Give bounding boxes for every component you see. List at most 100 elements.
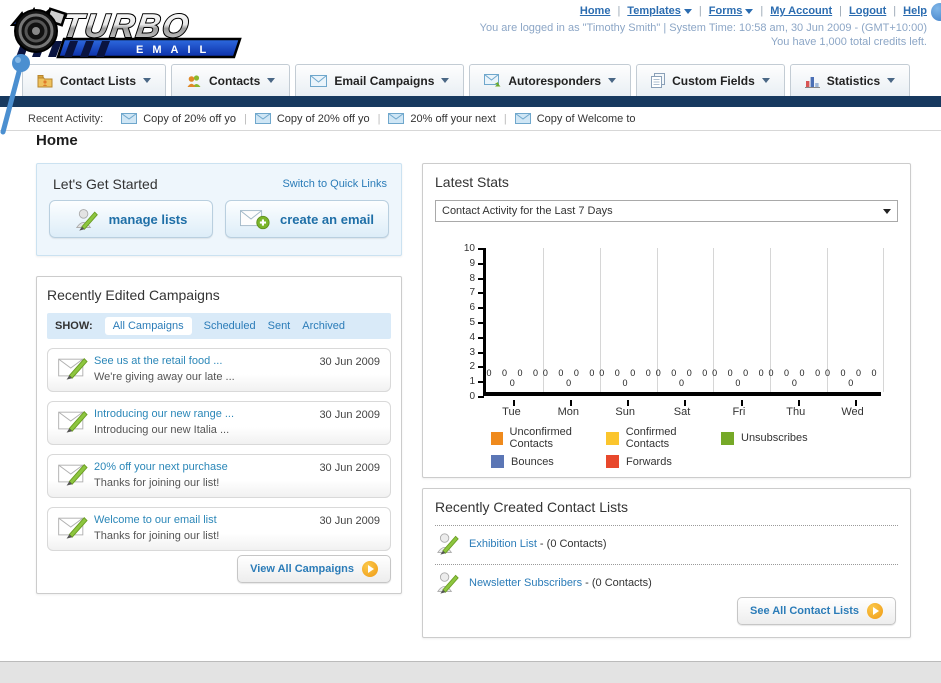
campaign-date: 30 Jun 2009 — [319, 515, 380, 527]
legend-label: Forwards — [626, 455, 672, 468]
create-email-button[interactable]: create an email — [225, 200, 389, 238]
chevron-down-icon — [267, 78, 276, 83]
x-axis-label: Sun — [615, 406, 635, 418]
chevron-down-icon — [441, 78, 450, 83]
get-started-title: Let's Get Started — [53, 176, 158, 192]
contact-list-link[interactable]: Exhibition List — [469, 538, 537, 550]
y-axis-label: 3 — [469, 346, 475, 358]
filter-scheduled[interactable]: Scheduled — [204, 320, 256, 332]
button-label: View All Campaigns — [250, 563, 354, 575]
contact-activity-chart: 0 0 0 0 0 0 0 0 0 0 0 0 0 0 0 0 0 0 0 0 … — [483, 248, 884, 406]
arrow-right-icon — [362, 561, 378, 577]
legend-label: Confirmed Contacts — [625, 426, 677, 450]
day-values: 0 0 0 0 0 — [655, 368, 712, 388]
legend-item: Forwards — [606, 455, 721, 468]
contact-list-link[interactable]: Newsletter Subscribers — [469, 577, 582, 589]
link-my-account[interactable]: My Account — [770, 5, 832, 17]
campaign-title-link[interactable]: 20% off your next purchase — [94, 461, 319, 473]
switch-quick-links[interactable]: Switch to Quick Links — [282, 178, 387, 190]
person-pencil-icon — [75, 209, 98, 231]
legend-item: Confirmed Contacts — [606, 426, 721, 450]
campaign-title-link[interactable]: Welcome to our email list — [94, 514, 319, 526]
day-values: 0 0 0 0 0 — [599, 368, 655, 388]
contact-lists-panel: Recently Created Contact Lists Exhibitio… — [422, 488, 911, 638]
activity-item[interactable]: 20% off your next — [388, 113, 496, 125]
bar-chart-icon — [804, 76, 820, 88]
activity-item[interactable]: Copy of 20% off yo — [254, 112, 370, 125]
link-label: Help — [903, 5, 927, 17]
campaign-row[interactable]: Introducing our new range ... Introducin… — [47, 401, 391, 445]
campaign-row[interactable]: 20% off your next purchase Thanks for jo… — [47, 454, 391, 498]
tab-contacts[interactable]: Contacts — [171, 64, 291, 96]
chart-legend: Unconfirmed Contacts Confirmed Contacts … — [491, 426, 808, 468]
tab-label: Autoresponders — [508, 73, 602, 88]
tab-autoresponders[interactable]: Autoresponders — [469, 64, 632, 96]
campaign-row[interactable]: Welcome to our email list Thanks for joi… — [47, 507, 391, 551]
separator: | — [503, 112, 507, 125]
view-all-campaigns-button[interactable]: View All Campaigns — [237, 555, 391, 583]
navy-divider-bar — [0, 96, 941, 107]
envelope-icon — [310, 74, 328, 87]
legend-swatch — [721, 431, 734, 445]
chevron-down-icon — [761, 78, 770, 83]
envelope-icon — [254, 113, 271, 124]
legend-swatch — [606, 431, 619, 445]
manage-lists-button[interactable]: manage lists — [49, 200, 213, 238]
activity-text: Copy of 20% off yo — [143, 112, 236, 125]
campaign-title-link[interactable]: See us at the retail food ... — [94, 355, 319, 367]
separator: | — [377, 112, 381, 125]
tab-label: Email Campaigns — [334, 73, 435, 88]
campaign-date: 30 Jun 2009 — [319, 462, 380, 474]
chevron-down-icon — [745, 8, 754, 14]
activity-item[interactable]: Copy of 20% off yo — [121, 113, 236, 125]
main-content-area: TURBO EMAIL Home | Templates | Forms | M… — [0, 0, 941, 662]
tab-label: Statistics — [826, 73, 881, 88]
campaign-title-link[interactable]: Introducing our new range ... — [94, 408, 319, 420]
campaign-date: 30 Jun 2009 — [319, 409, 380, 421]
tab-statistics[interactable]: Statistics — [789, 64, 911, 96]
link-home[interactable]: Home — [580, 5, 611, 17]
contact-list-row[interactable]: Exhibition List - (0 Contacts) — [435, 526, 898, 562]
tab-contact-lists[interactable]: Contact Lists — [22, 64, 167, 96]
filter-archived[interactable]: Archived — [302, 320, 345, 332]
activity-item[interactable]: Copy of Welcome to — [514, 113, 636, 125]
stats-period-dropdown[interactable]: Contact Activity for the Last 7 Days — [435, 200, 898, 222]
filter-sent[interactable]: Sent — [268, 320, 291, 332]
separator: | — [617, 5, 621, 17]
y-axis-label: 5 — [469, 317, 475, 328]
arrow-right-icon — [867, 603, 883, 619]
contact-list-row[interactable]: Newsletter Subscribers - (0 Contacts) — [435, 565, 898, 601]
envelope-arrow-icon — [484, 73, 501, 86]
button-label: manage lists — [108, 211, 188, 227]
link-templates[interactable]: Templates — [627, 5, 692, 17]
tab-custom-fields[interactable]: Custom Fields — [636, 64, 785, 96]
envelope-pencil-icon — [58, 516, 88, 539]
legend-label: Unconfirmed Contacts — [509, 426, 572, 450]
recent-activity-bar: Recent Activity: Copy of 20% off yo | Co… — [0, 107, 941, 131]
activity-text: Copy of 20% off yo — [276, 112, 370, 125]
filter-all-campaigns[interactable]: All Campaigns — [104, 317, 192, 335]
tab-email-campaigns[interactable]: Email Campaigns — [295, 64, 465, 96]
chevron-down-icon — [143, 78, 152, 83]
page-footer-strip — [0, 662, 941, 683]
x-axis-label: Mon — [557, 406, 579, 418]
see-all-contact-lists-button[interactable]: See All Contact Lists — [736, 597, 896, 625]
campaign-row[interactable]: See us at the retail food ... We're givi… — [47, 348, 391, 392]
campaign-date: 30 Jun 2009 — [319, 356, 380, 368]
day-values: 0 0 0 0 0 — [712, 368, 768, 388]
y-axis-label: 6 — [469, 302, 475, 314]
link-help[interactable]: Help — [903, 5, 927, 17]
day-values: 0 0 0 0 0 — [486, 368, 542, 388]
link-label: Logout — [849, 5, 887, 17]
campaign-subtitle: Thanks for joining our list! — [94, 477, 220, 489]
separator: | — [760, 5, 764, 17]
help-bubble-icon[interactable] — [931, 3, 941, 21]
latest-stats-panel: Latest Stats Contact Activity for the La… — [422, 163, 911, 478]
x-axis-label: Tue — [502, 406, 521, 418]
legend-item: Bounces — [491, 455, 606, 468]
link-forms[interactable]: Forms — [709, 5, 754, 17]
tab-label: Contact Lists — [60, 73, 137, 88]
person-pencil-icon — [437, 533, 459, 555]
link-logout[interactable]: Logout — [849, 5, 886, 17]
separator: | — [839, 5, 843, 17]
